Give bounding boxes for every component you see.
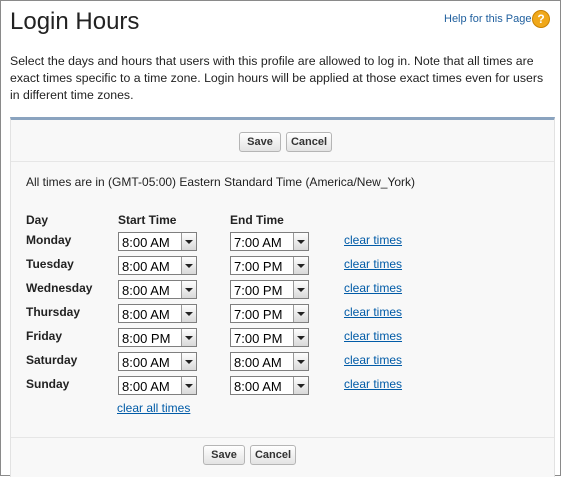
end-time-select-thursday[interactable]: 7:00 PM	[230, 304, 309, 323]
end-time-select-sunday[interactable]: 8:00 AM	[230, 376, 309, 395]
start-time-value: 8:00 AM	[122, 379, 170, 394]
login-hours-panel: Save Cancel All times are in (GMT-05:00)…	[10, 117, 555, 477]
end-time-value: 8:00 AM	[234, 379, 282, 394]
page-description: Select the days and hours that users wit…	[10, 54, 544, 102]
end-time-value: 7:00 PM	[234, 259, 283, 274]
end-time-value: 7:00 PM	[234, 283, 283, 298]
start-time-select-monday[interactable]: 8:00 AM	[118, 232, 197, 251]
end-time-select-wednesday[interactable]: 7:00 PM	[230, 280, 309, 299]
save-button-bottom[interactable]: Save	[203, 445, 245, 465]
start-time-value: 8:00 AM	[122, 307, 170, 322]
save-button-top[interactable]: Save	[239, 132, 281, 152]
start-time-value: 8:00 AM	[122, 259, 170, 274]
clear-times-link-thursday[interactable]: clear times	[344, 305, 402, 319]
clear-times-link-monday[interactable]: clear times	[344, 233, 402, 247]
day-label-sunday: Sunday	[26, 377, 70, 391]
end-time-select-saturday[interactable]: 8:00 AM	[230, 352, 309, 371]
end-time-select-monday[interactable]: 7:00 AM	[230, 232, 309, 251]
chevron-down-icon	[181, 281, 196, 298]
end-time-select-tuesday[interactable]: 7:00 PM	[230, 256, 309, 275]
start-time-value: 8:00 AM	[122, 235, 170, 250]
end-time-select-friday[interactable]: 7:00 PM	[230, 328, 309, 347]
end-time-value: 7:00 PM	[234, 307, 283, 322]
help-icon[interactable]: ?	[532, 10, 550, 28]
login-hours-window: Login Hours Help for this Page ? Select …	[0, 0, 561, 477]
chevron-down-icon	[181, 329, 196, 346]
start-time-select-wednesday[interactable]: 8:00 AM	[118, 280, 197, 299]
clear-all-times-link[interactable]: clear all times	[117, 401, 190, 415]
start-time-select-thursday[interactable]: 8:00 AM	[118, 304, 197, 323]
column-header-end-time: End Time	[230, 213, 284, 227]
day-label-friday: Friday	[26, 329, 63, 343]
column-header-start-time: Start Time	[118, 213, 177, 227]
start-time-select-friday[interactable]: 8:00 PM	[118, 328, 197, 347]
chevron-down-icon	[293, 233, 308, 250]
page-title: Login Hours	[10, 8, 140, 35]
day-label-monday: Monday	[26, 233, 72, 247]
chevron-down-icon	[293, 353, 308, 370]
chevron-down-icon	[181, 233, 196, 250]
start-time-value: 8:00 AM	[122, 283, 170, 298]
column-header-day: Day	[26, 213, 49, 227]
day-label-saturday: Saturday	[26, 353, 78, 367]
divider-top	[11, 161, 554, 162]
chevron-down-icon	[181, 353, 196, 370]
chevron-down-icon	[293, 257, 308, 274]
day-label-thursday: Thursday	[26, 305, 81, 319]
chevron-down-icon	[293, 377, 308, 394]
end-time-value: 8:00 AM	[234, 355, 282, 370]
cancel-button-bottom[interactable]: Cancel	[250, 445, 296, 465]
help-link[interactable]: Help for this Page	[444, 13, 531, 25]
start-time-value: 8:00 AM	[122, 355, 170, 370]
cancel-button-top[interactable]: Cancel	[286, 132, 332, 152]
chevron-down-icon	[293, 305, 308, 322]
clear-times-link-tuesday[interactable]: clear times	[344, 257, 402, 271]
chevron-down-icon	[181, 257, 196, 274]
end-time-value: 7:00 PM	[234, 331, 283, 346]
clear-times-link-wednesday[interactable]: clear times	[344, 281, 402, 295]
end-time-value: 7:00 AM	[234, 235, 282, 250]
chevron-down-icon	[293, 329, 308, 346]
day-label-wednesday: Wednesday	[26, 281, 93, 295]
start-time-select-tuesday[interactable]: 8:00 AM	[118, 256, 197, 275]
chevron-down-icon	[181, 305, 196, 322]
clear-times-link-friday[interactable]: clear times	[344, 329, 402, 343]
start-time-value: 8:00 PM	[122, 331, 171, 346]
chevron-down-icon	[293, 281, 308, 298]
chevron-down-icon	[181, 377, 196, 394]
day-label-tuesday: Tuesday	[26, 257, 74, 271]
divider-bottom	[11, 437, 554, 438]
start-time-select-saturday[interactable]: 8:00 AM	[118, 352, 197, 371]
timezone-text: All times are in (GMT-05:00) Eastern Sta…	[26, 175, 416, 189]
start-time-select-sunday[interactable]: 8:00 AM	[118, 376, 197, 395]
clear-times-link-sunday[interactable]: clear times	[344, 377, 402, 391]
clear-times-link-saturday[interactable]: clear times	[344, 353, 402, 367]
